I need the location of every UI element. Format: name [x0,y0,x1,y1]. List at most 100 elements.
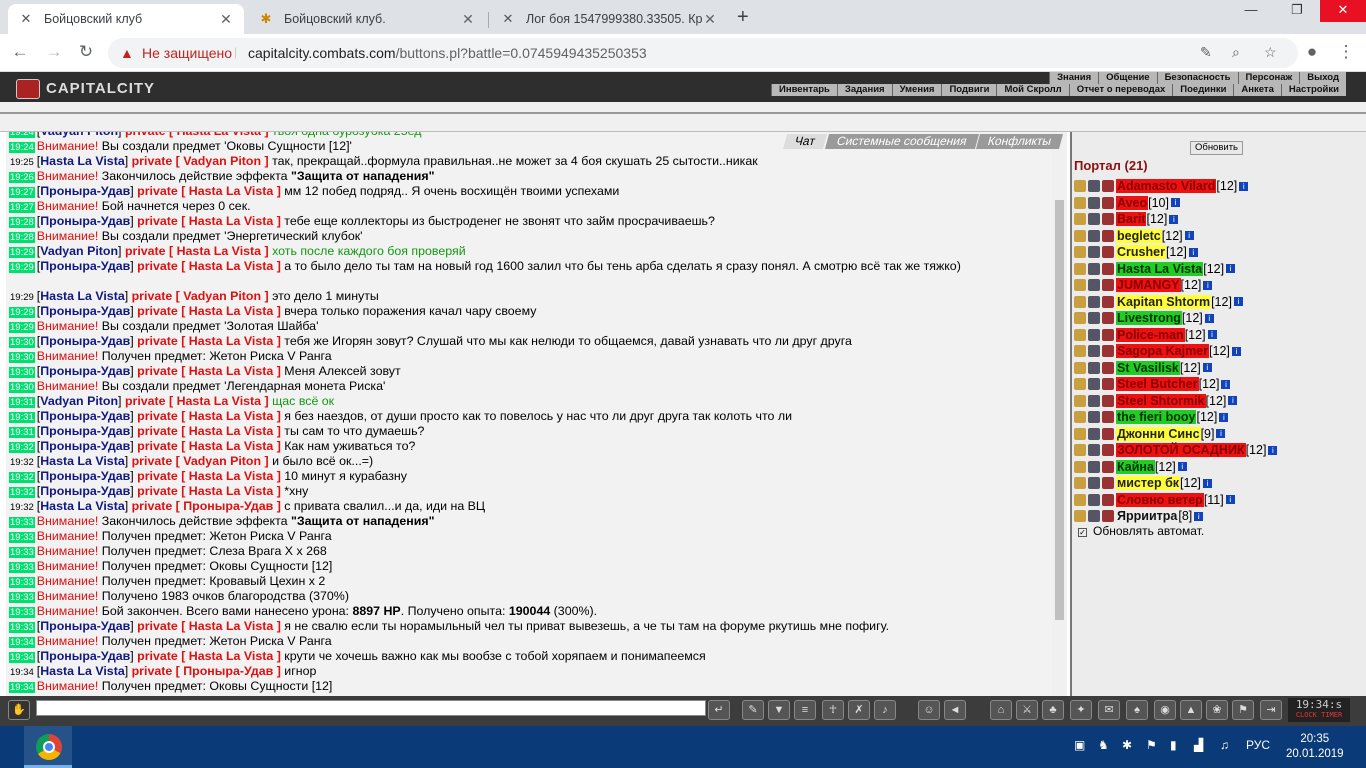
enter-icon[interactable]: ↵ [708,700,730,720]
align-icon[interactable] [1102,477,1114,490]
browser-tab-2[interactable]: ✱ Бойцовский клуб. ✕ [248,4,486,34]
volume-icon[interactable]: ♫ [1220,738,1229,752]
align-icon[interactable] [1102,312,1114,325]
badge-icon[interactable]: ✦ [1070,700,1092,720]
align-icon[interactable] [1102,493,1114,506]
player-name[interactable]: Словно ветер [1116,492,1204,507]
align-icon[interactable] [1102,213,1114,226]
timestamp[interactable]: 19:26 [9,172,35,183]
recipient-nick[interactable]: Hasta La Vista [189,649,273,663]
rank-icon[interactable] [1074,345,1086,358]
rank-icon[interactable] [1074,328,1086,341]
align-icon[interactable] [1102,427,1114,440]
timestamp[interactable]: 19:33 [9,562,35,573]
timestamp[interactable]: 19:34 [9,652,35,663]
sender-nick[interactable]: Hasta La Vista [40,154,124,168]
swords-icon[interactable]: ✗ [848,700,870,720]
timestamp[interactable]: 19:30 [9,382,35,393]
close-tab-icon[interactable]: ✕ [702,11,718,28]
info-icon[interactable]: i [1204,313,1214,323]
private-label[interactable]: private [ [132,154,184,168]
ring-icon[interactable]: ◉ [1154,700,1176,720]
timestamp[interactable]: 19:28 [9,232,35,243]
recipient-nick[interactable]: Vadyan Piton [183,154,261,168]
timestamp[interactable]: 19:30 [9,337,35,348]
rank-icon[interactable] [1074,262,1086,275]
menu-my-scroll[interactable]: Мой Скролл [996,84,1068,96]
rank-icon[interactable] [1074,460,1086,473]
player-name[interactable]: Ярриитра [1116,509,1178,523]
info-icon[interactable]: i [1207,330,1217,340]
info-icon[interactable]: i [1177,462,1187,472]
forward-icon[interactable]: → [42,42,66,62]
menu-skills[interactable]: Умения [891,84,942,96]
close-tab-icon[interactable]: ✕ [460,11,476,28]
recipient-nick[interactable]: Hasta La Vista [189,619,273,633]
timestamp[interactable]: 19:30 [9,367,35,378]
sender-nick[interactable]: Проныра-Удав [40,649,130,663]
sender-nick[interactable]: Проныра-Удав [40,304,130,318]
player-name[interactable]: begletc [1116,228,1162,243]
private-label[interactable]: private [ [132,289,184,303]
torch-icon[interactable]: ⚔ [1016,700,1038,720]
timestamp[interactable]: 19:33 [9,532,35,543]
rank-icon[interactable] [1074,312,1086,325]
sender-nick[interactable]: Проныра-Удав [40,439,130,453]
align-icon[interactable] [1102,279,1114,292]
recipient-nick[interactable]: Hasta La Vista [189,304,273,318]
clan-icon[interactable] [1088,427,1100,440]
info-icon[interactable]: i [1226,264,1236,274]
rank-icon[interactable] [1074,196,1086,209]
player-name[interactable]: Police-man [1116,327,1185,342]
recipient-nick[interactable]: Hasta La Vista [189,364,273,378]
clan-icon[interactable] [1088,196,1100,209]
timestamp[interactable]: 19:28 [9,217,35,228]
timestamp[interactable]: 19:31 [9,427,35,438]
extension-icon[interactable]: ✎ [1200,44,1212,61]
zoom-icon[interactable]: ⌕ [1232,44,1240,61]
info-icon[interactable]: i [1233,297,1243,307]
timestamp[interactable]: 19:29 [9,292,35,303]
lock-icon[interactable]: ⌂ [990,700,1012,720]
private-label[interactable]: private [ [132,499,184,513]
private-label[interactable]: private [ [137,334,189,348]
menu-transfer-report[interactable]: Отчет о переводах [1068,84,1173,96]
chrome-taskbar-button[interactable] [24,726,72,768]
clan-icon[interactable] [1088,246,1100,259]
restore-button[interactable]: ❐ [1274,0,1320,22]
private-label[interactable]: private [ [125,394,177,408]
sender-nick[interactable]: Проныра-Удав [40,484,130,498]
timestamp[interactable]: 19:33 [9,577,35,588]
menu-quests[interactable]: Задания [836,84,892,96]
smiley-icon[interactable]: ☺ [918,700,940,720]
checkbox[interactable]: ✓ [1078,528,1087,537]
timestamp[interactable]: 19:32 [9,472,35,483]
exit-icon[interactable]: ⇥ [1260,700,1282,720]
recipient-nick[interactable]: Vadyan Piton [183,454,261,468]
clan-icon[interactable] [1088,213,1100,226]
clan-icon[interactable] [1088,378,1100,391]
clan-icon[interactable] [1088,328,1100,341]
timestamp[interactable]: 19:31 [9,397,35,408]
player-name[interactable]: the fieri booy [1116,410,1197,425]
recipient-nick[interactable]: Hasta La Vista [189,484,273,498]
tray-bug-icon[interactable]: ✱ [1122,738,1132,752]
timestamp[interactable]: 19:27 [9,202,35,213]
clan-icon[interactable] [1088,460,1100,473]
clan-icon[interactable] [1088,394,1100,407]
info-icon[interactable]: i [1194,511,1204,521]
recipient-nick[interactable]: Hasta La Vista [189,334,273,348]
menu-kebab-icon[interactable]: ⋮ [1334,42,1358,62]
player-name[interactable]: Кайна [1116,459,1155,474]
timestamp[interactable]: 19:27 [9,187,35,198]
warning-icon[interactable]: ▲ [120,45,134,61]
align-icon[interactable] [1102,180,1114,193]
recipient-nick[interactable]: Vadyan Piton [183,289,261,303]
bookmark-star-icon[interactable]: ☆ [1264,44,1277,61]
timestamp[interactable]: 19:24 [9,142,35,153]
player-name[interactable]: JUMANGY [1116,278,1181,293]
sender-nick[interactable]: Проныра-Удав [40,184,130,198]
player-name[interactable]: Джонни Синс [1116,426,1201,441]
recipient-nick[interactable]: Hasta La Vista [189,439,273,453]
private-label[interactable]: private [ [137,184,189,198]
